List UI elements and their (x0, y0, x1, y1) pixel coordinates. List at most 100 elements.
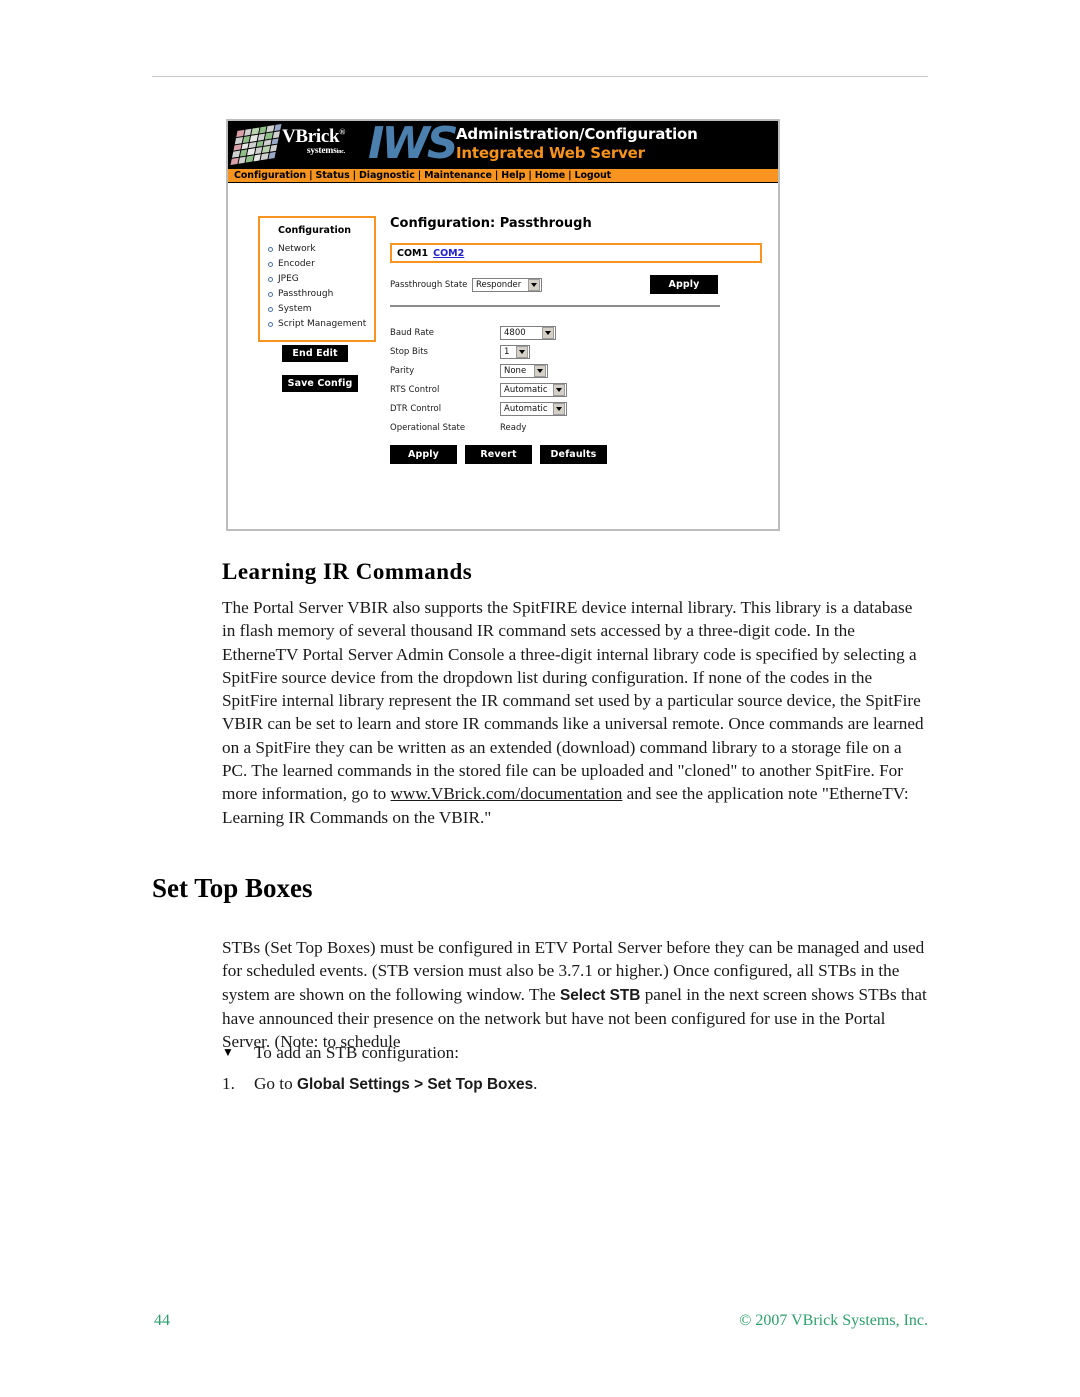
sidebar-item-system[interactable]: System (268, 302, 368, 317)
apply-button-top[interactable]: Apply (650, 275, 718, 294)
triangle-marker-icon: ▼ (222, 1045, 234, 1059)
logo-subtext: systems (306, 146, 337, 156)
nav-separator: | (417, 170, 422, 181)
passthrough-state-value: Responder (476, 280, 522, 290)
iws-header-titles: Administration/Configuration Integrated … (456, 125, 698, 163)
parity-label: Parity (390, 365, 415, 376)
nav-item-configuration[interactable]: Configuration (234, 170, 306, 181)
nav-item-diagnostic[interactable]: Diagnostic (359, 170, 415, 181)
section-heading-learning-ir-commands: Learning IR Commands (222, 559, 473, 584)
step-1: Go to Global Settings > Set Top Boxes. (254, 1072, 537, 1096)
nav-separator: | (528, 170, 532, 181)
iws-main-nav[interactable]: Configuration | Status | Diagnostic | Maint… (228, 168, 778, 183)
revert-button[interactable]: Revert (465, 445, 532, 464)
iws-header-banner: VBrick® systemsinc. IWS Administration/C… (228, 121, 778, 168)
nav-separator: | (494, 170, 499, 181)
sidebar-item-label: System (278, 304, 312, 314)
iws-product-mark: IWS (368, 121, 459, 168)
apply-button[interactable]: Apply (390, 445, 457, 464)
nav-item-logout[interactable]: Logout (575, 170, 612, 181)
com-tab-com2-link[interactable]: COM2 (433, 248, 464, 259)
section-divider (390, 305, 720, 307)
serial-settings-fields: Baud Rate 4800 Stop Bits 1 Parity None R… (390, 323, 730, 437)
chevron-down-icon[interactable] (553, 383, 565, 396)
nav-separator: | (352, 170, 357, 181)
rts-control-label: RTS Control (390, 384, 440, 395)
com-port-tabs[interactable]: COM1 COM2 (390, 243, 762, 263)
vbrick-logo: VBrick® systemsinc. (230, 123, 345, 166)
chevron-down-icon[interactable] (516, 345, 528, 358)
step-text-part2: . (533, 1074, 538, 1093)
nav-item-maintenance[interactable]: Maintenance (424, 170, 492, 181)
paragraph-learning-ir-commands: The Portal Server VBIR also supports the… (222, 596, 930, 829)
field-row-operational-state: Operational State Ready (390, 418, 730, 437)
field-row-parity: Parity None (390, 361, 730, 380)
copyright-notice: © 2007 VBrick Systems, Inc. (739, 1312, 928, 1329)
sidebar-heading: Configuration (278, 225, 352, 236)
field-row-dtr-control: DTR Control Automatic (390, 399, 730, 418)
baud-rate-select[interactable]: 4800 (500, 325, 556, 340)
page-number: 44 (154, 1312, 170, 1329)
chevron-down-icon[interactable] (534, 364, 546, 377)
field-row-stop-bits: Stop Bits 1 (390, 342, 730, 361)
bullet-icon (268, 277, 273, 282)
parity-select[interactable]: None (500, 363, 548, 378)
sidebar-item-jpeg[interactable]: JPEG (268, 272, 368, 287)
nav-item-home[interactable]: Home (535, 170, 566, 181)
baud-rate-label: Baud Rate (390, 327, 435, 338)
sidebar-item-encoder[interactable]: Encoder (268, 257, 368, 272)
bullet-icon (268, 322, 273, 327)
sidebar-item-network[interactable]: Network (268, 242, 368, 257)
save-config-button[interactable]: Save Config (282, 375, 358, 392)
bullet-icon (268, 307, 273, 312)
chevron-down-icon[interactable] (528, 279, 540, 291)
iws-screenshot-figure: VBrick® systemsinc. IWS Administration/C… (226, 119, 780, 531)
paragraph-set-top-boxes: STBs (Set Top Boxes) must be configured … (222, 936, 930, 1053)
page-title-set-top-boxes: Set Top Boxes (152, 873, 313, 903)
chevron-down-icon[interactable] (553, 402, 565, 415)
form-action-buttons: Apply Revert Defaults (390, 445, 607, 464)
sidebar-item-label: Script Management (278, 319, 367, 329)
sidebar-item-script-management[interactable]: Script Management (268, 317, 368, 332)
paragraph-text-part1: The Portal Server VBIR also supports the… (222, 598, 924, 804)
passthrough-state-select[interactable]: Responder (472, 278, 542, 292)
defaults-button[interactable]: Defaults (540, 445, 607, 464)
end-edit-button[interactable]: End Edit (282, 345, 348, 362)
iws-header-title-primary: Administration/Configuration (456, 125, 698, 143)
header-rule (152, 76, 928, 77)
sidebar-item-label: Network (278, 244, 316, 254)
operational-state-label: Operational State (390, 422, 466, 433)
iws-content-area: Configuration Network Encoder JPEG Passt… (228, 183, 778, 528)
field-row-rts-control: RTS Control Automatic (390, 380, 730, 399)
dtr-control-label: DTR Control (390, 403, 442, 414)
procedure-title: To add an STB configuration: (254, 1043, 460, 1062)
rts-control-select[interactable]: Automatic (500, 382, 567, 397)
bullet-icon (268, 247, 273, 252)
sidebar-item-passthrough[interactable]: Passthrough (268, 287, 368, 302)
documentation-link[interactable]: www.VBrick.com/documentation (391, 784, 623, 803)
dtr-control-select[interactable]: Automatic (500, 401, 567, 416)
parity-value: None (504, 365, 527, 376)
sidebar-item-label: Encoder (278, 259, 315, 269)
step-path-bold: Global Settings > Set Top Boxes (296, 1076, 534, 1093)
baud-rate-value: 4800 (504, 327, 526, 338)
document-page: VBrick® systemsinc. IWS Administration/C… (0, 0, 1080, 1397)
passthrough-state-label: Passthrough State (390, 280, 468, 290)
configuration-sidebar: Configuration Network Encoder JPEG Passt… (258, 216, 376, 342)
panel-title: Configuration: Passthrough (390, 216, 592, 231)
stop-bits-label: Stop Bits (390, 346, 428, 357)
logo-wordmark: VBrick (282, 126, 340, 147)
nav-item-status[interactable]: Status (315, 170, 349, 181)
nav-item-help[interactable]: Help (501, 170, 525, 181)
step-text-part1: Go to (254, 1074, 297, 1093)
dtr-control-value: Automatic (504, 403, 548, 414)
chevron-down-icon[interactable] (542, 326, 554, 339)
sidebar-item-label: JPEG (278, 274, 299, 284)
logo-registered-icon: ® (339, 127, 345, 137)
iws-header-title-secondary: Integrated Web Server (456, 144, 645, 162)
stop-bits-value: 1 (504, 346, 510, 357)
stop-bits-select[interactable]: 1 (500, 344, 530, 359)
operational-state-value: Ready (500, 422, 527, 433)
nav-separator: | (568, 170, 572, 181)
sidebar-item-label: Passthrough (278, 289, 334, 299)
